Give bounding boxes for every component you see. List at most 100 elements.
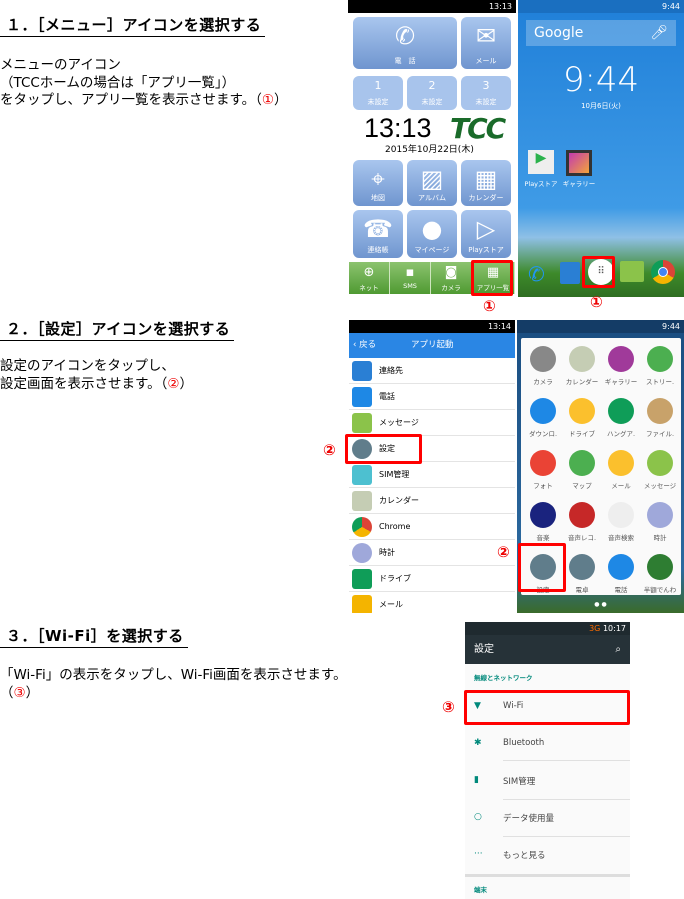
drawer-app[interactable]: ドライブ bbox=[562, 398, 602, 438]
drive-icon bbox=[352, 569, 372, 589]
text-line: 「Wi-Fi」の表示をタップし、Wi-Fi画面を表示させます。 bbox=[0, 667, 347, 683]
drawer-app[interactable]: カメラ bbox=[523, 346, 563, 386]
playstore-tile[interactable]: ▷ Playストア bbox=[461, 210, 511, 258]
drawer-app-label: 電話 bbox=[614, 586, 628, 594]
drawer-app[interactable]: 時計 bbox=[640, 502, 680, 542]
launcher-item-label: ドライブ bbox=[379, 574, 411, 583]
search-icon[interactable]: ⌕ bbox=[615, 635, 621, 664]
drawer-app[interactable]: ギャラリー bbox=[601, 346, 641, 386]
drawer-app[interactable]: メール bbox=[601, 450, 641, 490]
sms-icon: ▪ bbox=[405, 265, 415, 280]
drawer-app-label: メッセージ bbox=[643, 482, 677, 490]
phone-tile[interactable]: ✆ 電 話 bbox=[353, 17, 457, 69]
drawer-app[interactable]: 音声検索 bbox=[601, 502, 641, 542]
dock-messaging-icon[interactable] bbox=[620, 261, 644, 282]
drawer-app[interactable]: ファイル. bbox=[640, 398, 680, 438]
contacts-tile[interactable]: ☎ 連絡帳 bbox=[353, 210, 403, 258]
app-icon bbox=[530, 398, 556, 424]
launcher-item-contacts[interactable]: 連絡先 bbox=[349, 358, 515, 384]
drawer-app[interactable]: ハングア. bbox=[601, 398, 641, 438]
app-icon bbox=[608, 346, 634, 372]
dock-contacts-icon[interactable] bbox=[560, 262, 580, 284]
drawer-app[interactable]: マップ bbox=[562, 450, 602, 490]
drawer-app[interactable]: 半額でんわ bbox=[640, 554, 680, 594]
date: 10月6日(火) bbox=[581, 102, 621, 110]
drawer-app-label: 音声検索 bbox=[608, 534, 634, 542]
messaging-icon bbox=[352, 413, 372, 433]
app-icon bbox=[569, 554, 595, 580]
launcher-item-calendar[interactable]: カレンダー bbox=[349, 488, 515, 514]
drawer-app[interactable]: カレンダー bbox=[562, 346, 602, 386]
sim-card-icon: ▮ bbox=[474, 775, 479, 785]
step2-text: 設定のアイコンをタップし、 設定画面を表示させます。（②） bbox=[0, 358, 193, 393]
clock: 9:44 bbox=[562, 60, 640, 100]
sms-button[interactable]: ▪ SMS bbox=[390, 262, 431, 294]
dock-chrome-icon[interactable] bbox=[651, 260, 675, 284]
launcher-item-clock[interactable]: 時計 bbox=[349, 540, 515, 566]
marker-1: ① bbox=[483, 297, 496, 315]
google-search-bar[interactable]: Google 🎤︎ bbox=[526, 20, 676, 46]
map-tile[interactable]: ⌖ 地図 bbox=[353, 160, 403, 206]
marker-1: ① bbox=[590, 293, 603, 311]
playstore-app[interactable]: ▶ Playストア bbox=[524, 150, 558, 188]
calendar-tile[interactable]: ▦ カレンダー bbox=[461, 160, 511, 206]
drawer-app[interactable]: ダウンロ. bbox=[523, 398, 563, 438]
drawer-app[interactable]: フォト bbox=[523, 450, 563, 490]
dock-phone-icon[interactable]: ✆ bbox=[528, 262, 545, 286]
launcher-item-drive[interactable]: ドライブ bbox=[349, 566, 515, 592]
launcher-item-messaging[interactable]: メッセージ bbox=[349, 410, 515, 436]
bluetooth-icon: ✱ bbox=[474, 738, 482, 748]
settings-item-more[interactable]: ··· もっと見る bbox=[465, 849, 630, 861]
net-button[interactable]: ⊕ ネット bbox=[349, 262, 390, 294]
speed-dial-2[interactable]: 2 未設定 bbox=[407, 76, 457, 110]
status-bar: 13:13 bbox=[348, 0, 516, 13]
drawer-app[interactable]: 音声レコ. bbox=[562, 502, 602, 542]
app-icon bbox=[647, 450, 673, 476]
settings-item-bluetooth[interactable]: ✱ Bluetooth bbox=[474, 738, 630, 761]
mic-icon[interactable]: 🎤︎ bbox=[650, 20, 668, 46]
launcher-item-label: 連絡先 bbox=[379, 366, 403, 375]
camera-button[interactable]: ◙ カメラ bbox=[431, 262, 472, 294]
album-tile[interactable]: ▨ アルバム bbox=[407, 160, 457, 206]
drawer-app[interactable]: ストリー. bbox=[640, 346, 680, 386]
mypage-tile[interactable]: ● マイページ bbox=[407, 210, 457, 258]
status-bar: 9:44 bbox=[517, 320, 684, 333]
calendar-icon bbox=[352, 491, 372, 511]
launcher-item-label: Chrome bbox=[379, 522, 411, 531]
clock: 13:13 bbox=[364, 113, 432, 143]
app-icon bbox=[608, 450, 634, 476]
drawer-app-label: フォト bbox=[533, 482, 553, 490]
back-button[interactable]: ‹ 戻る bbox=[353, 333, 376, 358]
drawer-app-label: メール bbox=[611, 482, 631, 490]
gallery-app[interactable]: ギャラリー bbox=[562, 150, 596, 188]
mail-tile[interactable]: ✉ メール bbox=[461, 17, 511, 69]
launcher-item-phone[interactable]: 電話 bbox=[349, 384, 515, 410]
settings-item-data-usage[interactable]: ○ データ使用量 bbox=[474, 812, 630, 837]
drawer-app-label: ハングア. bbox=[606, 430, 636, 438]
speed-dial-1[interactable]: 1 未設定 bbox=[353, 76, 403, 110]
drawer-app[interactable]: 電話 bbox=[601, 554, 641, 594]
drawer-app[interactable]: メッセージ bbox=[640, 450, 680, 490]
launcher-item-mail[interactable]: メール bbox=[349, 592, 515, 613]
more-dots-icon: ··· bbox=[474, 849, 483, 859]
launcher-item-chrome[interactable]: Chrome bbox=[349, 514, 515, 540]
highlight-app-drawer bbox=[582, 256, 615, 288]
drawer-app-label: カレンダー bbox=[565, 378, 599, 386]
highlight-settings bbox=[518, 543, 566, 592]
speed-dial-3[interactable]: 3 未設定 bbox=[461, 76, 511, 110]
app-icon bbox=[608, 502, 634, 528]
drawer-app[interactable]: 音楽 bbox=[523, 502, 563, 542]
settings-item-sim[interactable]: ▮ SIM管理 bbox=[474, 775, 630, 800]
section-header: 端末 bbox=[474, 886, 487, 894]
launcher-item-label: メール bbox=[379, 600, 403, 609]
settings-title: 設定 bbox=[474, 644, 494, 655]
tcc-logo: TCC bbox=[450, 112, 506, 145]
drawer-app-label: ダウンロ. bbox=[528, 430, 558, 438]
drawer-app-label: ドライブ bbox=[569, 430, 595, 438]
app-icon bbox=[608, 554, 634, 580]
divider bbox=[465, 874, 630, 877]
app-icon bbox=[647, 398, 673, 424]
launcher-item-sim[interactable]: SIM管理 bbox=[349, 462, 515, 488]
drawer-app-label: マップ bbox=[572, 482, 592, 490]
drawer-app[interactable]: 電卓 bbox=[562, 554, 602, 594]
